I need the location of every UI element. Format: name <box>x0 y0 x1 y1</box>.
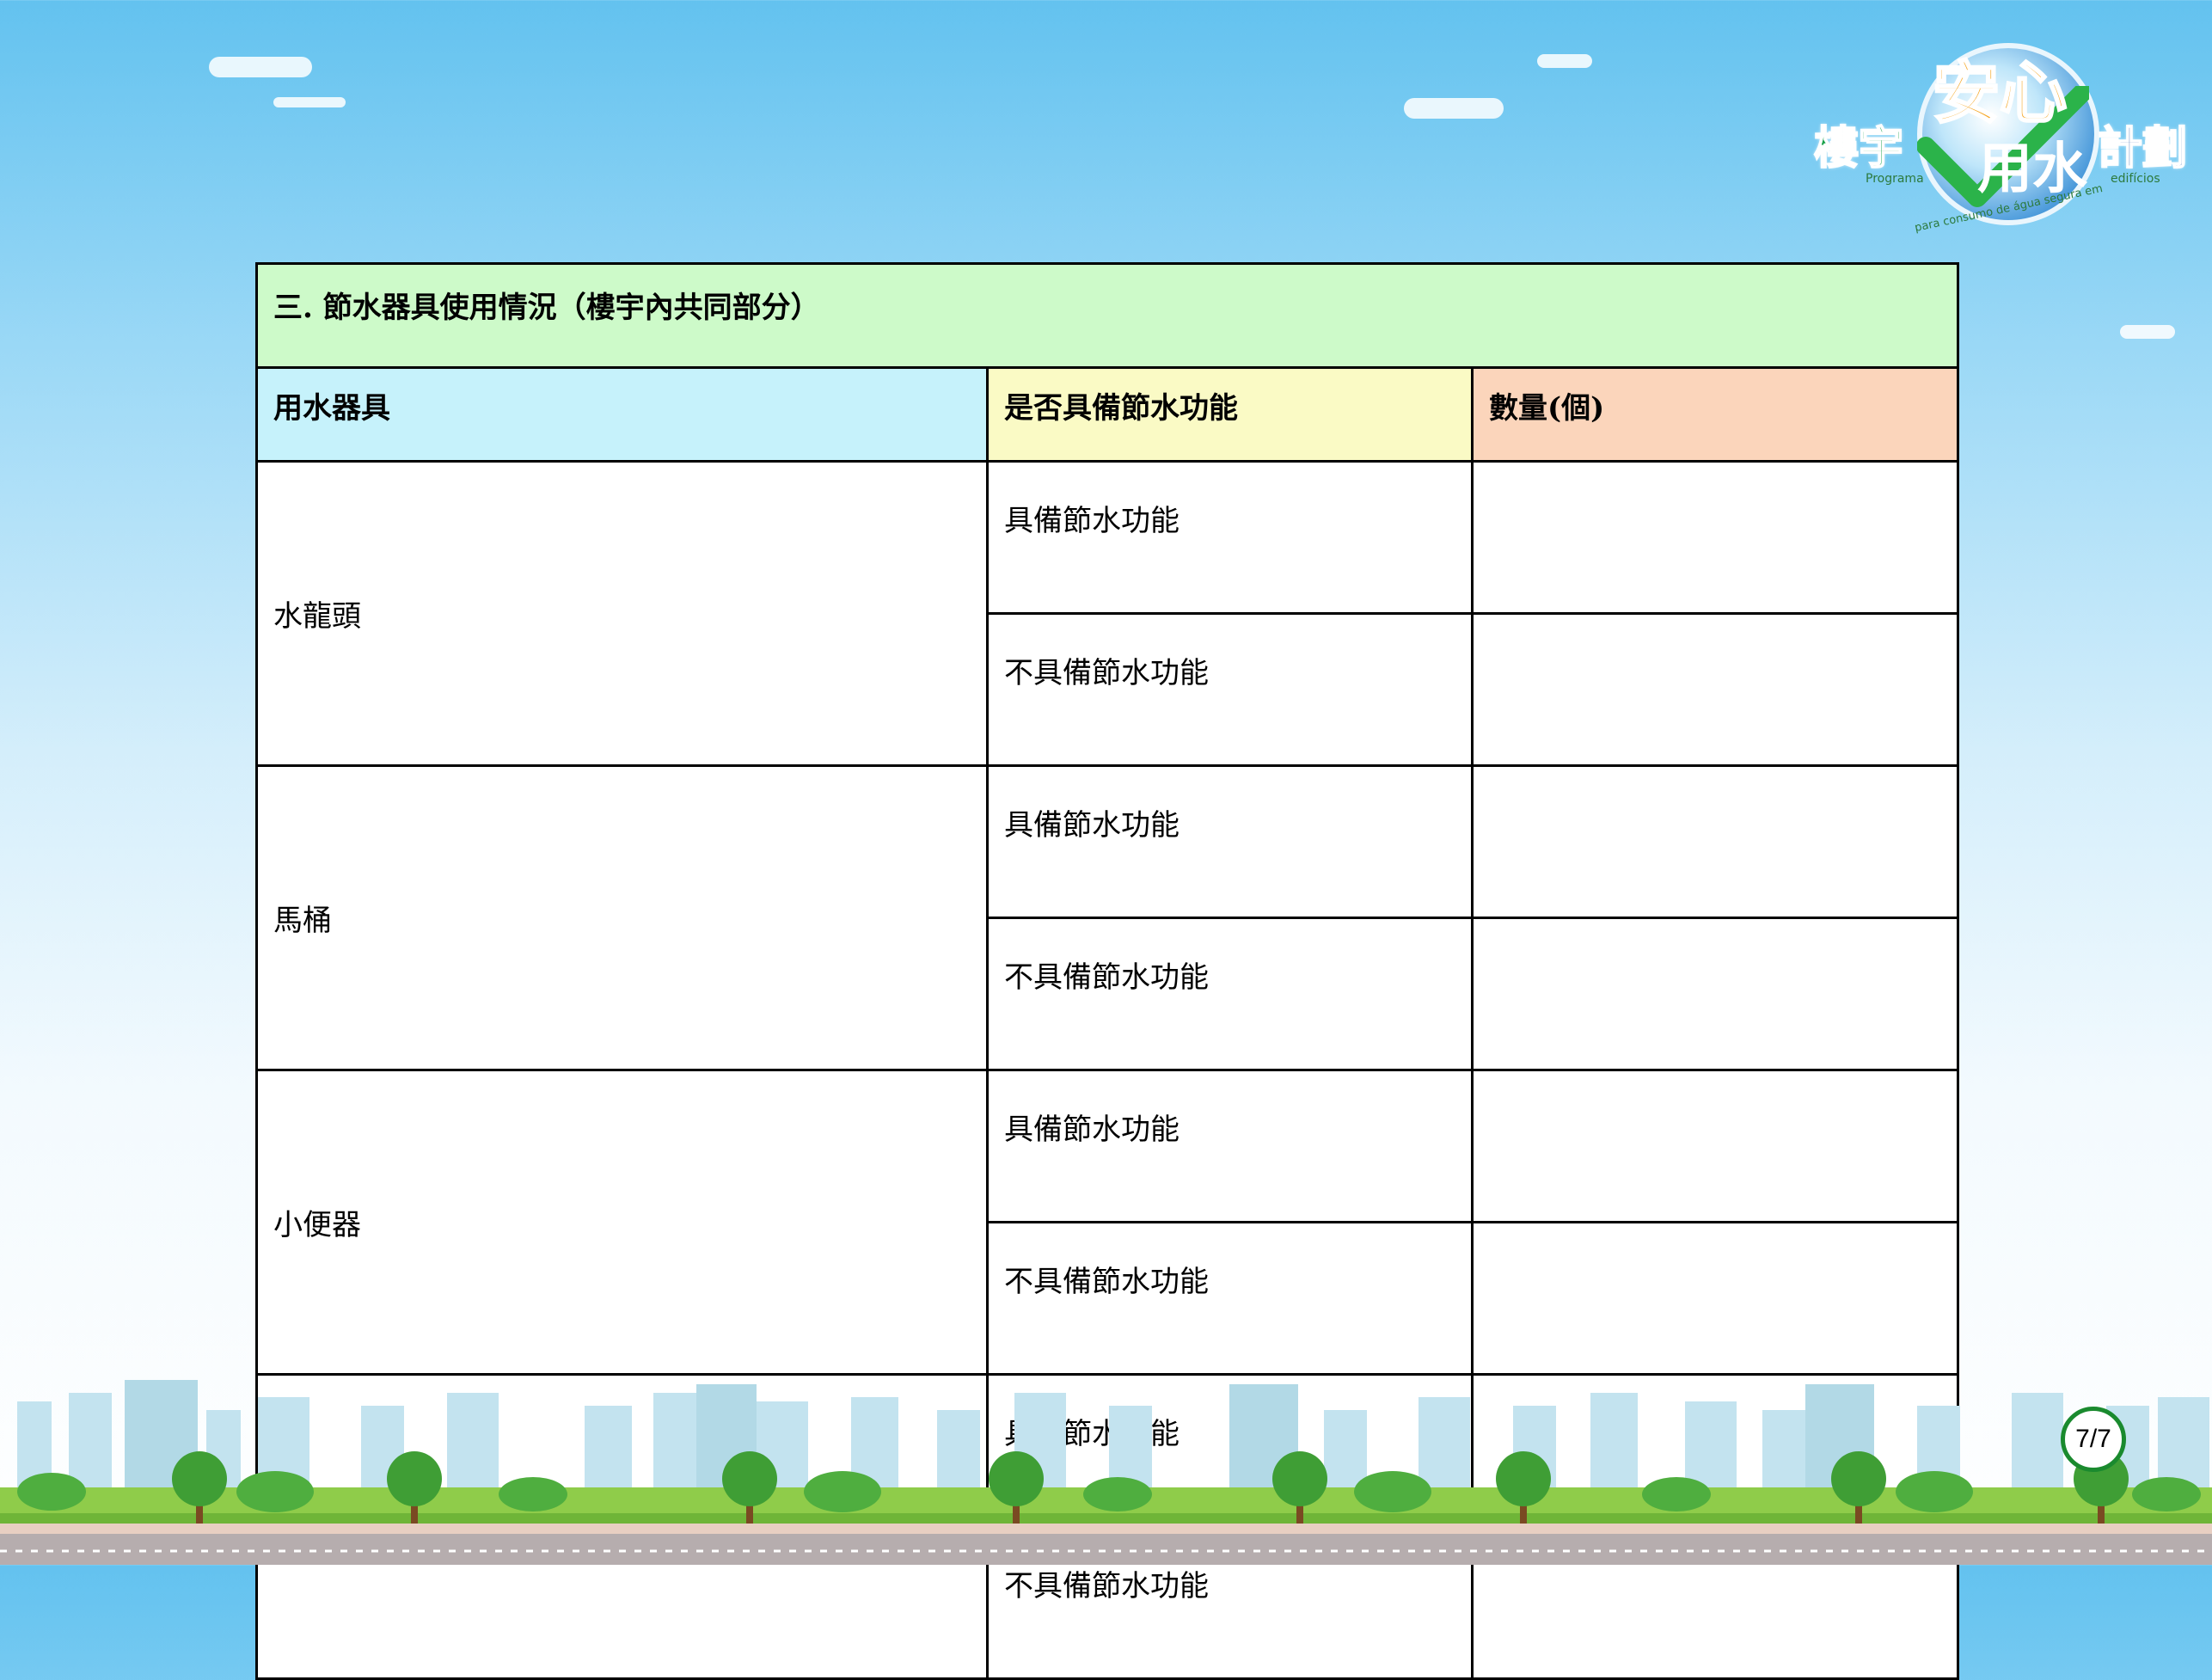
logo-sub-right: edifícios <box>2111 172 2160 186</box>
logo-right-text: 計劃 <box>2097 122 2188 175</box>
quantity-field[interactable] <box>1470 764 1960 919</box>
no-saving-option: 不具備節水功能 <box>986 1221 1474 1376</box>
cloud <box>2120 325 2175 339</box>
table-row: 水龍頭 具備節水功能 <box>255 460 1960 767</box>
cloud <box>273 97 346 107</box>
saving-option: 具備節水功能 <box>986 764 1474 919</box>
section-title: 三. 節水器具使用情況（樓宇內共同部分） <box>254 262 1960 369</box>
header-quantity: 數量(個) <box>1470 366 1960 463</box>
program-logo: 安心 用水 樓宇 計劃 Programa edifícios para cons… <box>1813 34 2192 241</box>
table-row: 小便器 具備節水功能 <box>255 1069 1960 1376</box>
page-number-badge: 7/7 <box>2061 1407 2126 1472</box>
quantity-field[interactable] <box>1470 612 1960 767</box>
logo-left-text: 樓宇 <box>1813 122 1904 175</box>
cloud <box>209 57 312 77</box>
saving-option: 具備節水功能 <box>986 460 1474 615</box>
cloud <box>1404 98 1504 119</box>
quantity-field[interactable] <box>1470 917 1960 1071</box>
no-saving-option: 不具備節水功能 <box>986 612 1474 767</box>
quantity-field[interactable] <box>1470 1221 1960 1376</box>
section-header-row: 三. 節水器具使用情況（樓宇內共同部分） <box>254 262 1960 369</box>
cloud <box>1537 54 1592 68</box>
no-saving-option: 不具備節水功能 <box>986 917 1474 1071</box>
table-row: 馬桶 具備節水功能 <box>255 764 1960 1071</box>
column-header-row: 用水器具 是否具備節水功能 數量(個) <box>255 366 1960 463</box>
logo-sub-left: Programa <box>1866 172 1924 186</box>
quantity-field[interactable] <box>1470 1069 1960 1223</box>
saving-option: 具備節水功能 <box>986 1069 1474 1223</box>
header-water-saving: 是否具備節水功能 <box>986 366 1474 463</box>
appliance-name: 小便器 <box>255 1069 989 1376</box>
appliance-name: 馬桶 <box>255 764 989 1071</box>
header-appliance: 用水器具 <box>255 366 989 463</box>
logo-main-text: 安心 <box>1931 55 2068 132</box>
quantity-field[interactable] <box>1470 460 1960 615</box>
appliance-name: 水龍頭 <box>255 460 989 767</box>
city-skyline-illustration <box>0 1380 2212 1565</box>
